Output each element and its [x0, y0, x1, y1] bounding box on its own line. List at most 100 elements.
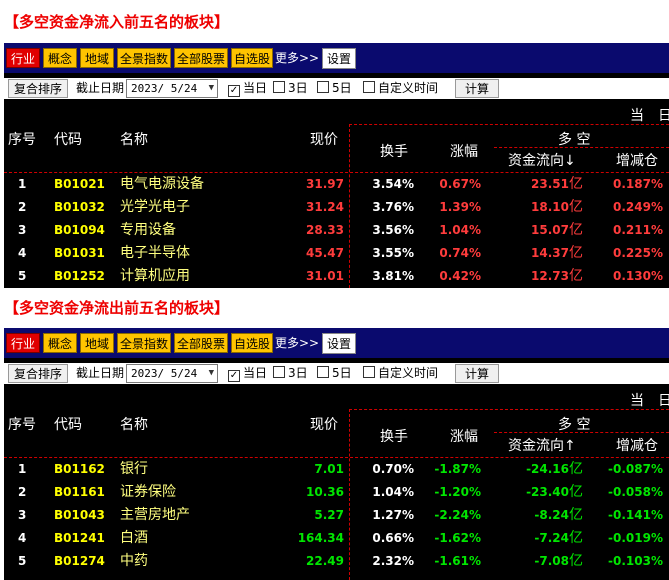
col-header-flow[interactable]: 资金流向↓	[508, 150, 576, 170]
col-header-code[interactable]: 代码	[54, 129, 82, 149]
table-row[interactable]: 2 B01032 光学光电子 31.24 3.76% 1.39% 18.10亿 …	[4, 196, 669, 219]
tab-all-stocks[interactable]: 全部股票	[174, 48, 228, 68]
row-rate: 0.211%	[613, 223, 663, 237]
option-today[interactable]: ✓ 当日	[228, 364, 267, 383]
checkbox-icon	[317, 81, 329, 93]
col-header-group: 多 空	[558, 132, 591, 148]
row-rate: 0.225%	[613, 246, 663, 260]
period-label: 当	[630, 108, 644, 124]
option-3day[interactable]: 3日	[273, 79, 308, 98]
row-rate: 0.249%	[613, 200, 663, 214]
row-name: 白酒	[120, 530, 148, 546]
tab-panorama-index[interactable]: 全景指数	[117, 48, 171, 68]
tab-concept[interactable]: 概念	[43, 333, 77, 353]
col-header-flow[interactable]: 资金流向↑	[508, 435, 576, 455]
col-header-turnover[interactable]: 换手	[380, 141, 408, 161]
row-flow: 14.37亿	[531, 242, 583, 265]
row-flow: -7.08亿	[534, 550, 583, 573]
composite-sort-button[interactable]: 复合排序	[8, 364, 68, 383]
col-header-turnover[interactable]: 换手	[380, 426, 408, 446]
row-change: -2.24%	[434, 508, 481, 522]
tab-watchlist[interactable]: 自选股	[231, 333, 273, 353]
col-header-change[interactable]: 涨幅	[450, 141, 478, 161]
table-row[interactable]: 2 B01161 证券保险 10.36 1.04% -1.20% -23.40亿…	[4, 481, 669, 504]
row-turnover: 3.56%	[372, 223, 414, 237]
row-code: B01274	[54, 554, 105, 568]
checkbox-icon	[273, 366, 285, 378]
col-header-name[interactable]: 名称	[120, 414, 148, 434]
flow-value: -24.16	[526, 462, 569, 476]
col-header-name[interactable]: 名称	[120, 129, 148, 149]
more-link[interactable]: 更多>>	[275, 48, 319, 68]
row-index: 1	[18, 177, 27, 191]
row-change: 0.67%	[439, 177, 481, 191]
row-flow: 12.73亿	[531, 265, 583, 288]
flow-unit: 亿	[569, 268, 583, 284]
row-turnover: 3.54%	[372, 177, 414, 191]
option-5day[interactable]: 5日	[317, 364, 352, 383]
date-picker[interactable]: 2023/ 5/24 ▼	[126, 364, 218, 383]
col-header-rate[interactable]: 增减仓	[616, 435, 658, 455]
date-label: 截止日期	[76, 366, 125, 380]
settings-button[interactable]: 设置	[322, 333, 356, 354]
table-row[interactable]: 5 B01252 计算机应用 31.01 3.81% 0.42% 12.73亿 …	[4, 265, 669, 288]
table-row[interactable]: 5 B01274 中药 22.49 2.32% -1.61% -7.08亿 -0…	[4, 550, 669, 573]
col-header-index[interactable]: 序号	[8, 129, 36, 149]
tab-panorama-index[interactable]: 全景指数	[117, 333, 171, 353]
row-name: 电子半导体	[120, 245, 190, 261]
table-row[interactable]: 4 B01031 电子半导体 45.47 3.55% 0.74% 14.37亿 …	[4, 242, 669, 265]
col-header-group: 多 空	[558, 417, 591, 433]
col-header-change[interactable]: 涨幅	[450, 426, 478, 446]
checkbox-checked-icon: ✓	[228, 85, 240, 97]
tab-industry[interactable]: 行业	[6, 48, 40, 68]
flow-unit: 亿	[569, 199, 583, 215]
col-header-price[interactable]: 现价	[310, 414, 338, 434]
filter-toolbar: 复合排序 截止日期 2023/ 5/24 ▼ ✓ 当日 3日 5日 自定义时间 计…	[4, 363, 669, 384]
table-row[interactable]: 4 B01241 白酒 164.34 0.66% -1.62% -7.24亿 -…	[4, 527, 669, 550]
option-custom-time[interactable]: 自定义时间	[363, 364, 438, 383]
col-header-code[interactable]: 代码	[54, 414, 82, 434]
option-today[interactable]: ✓ 当日	[228, 79, 267, 98]
tab-concept[interactable]: 概念	[43, 48, 77, 68]
composite-sort-button[interactable]: 复合排序	[8, 79, 68, 98]
col-header-index[interactable]: 序号	[8, 414, 36, 434]
col-header-rate[interactable]: 增减仓	[616, 150, 658, 170]
option-3day[interactable]: 3日	[273, 364, 308, 383]
date-value: 2023/ 5/24	[131, 82, 198, 95]
tab-region[interactable]: 地域	[80, 333, 114, 353]
flow-value: -23.40	[526, 485, 569, 499]
row-change: -1.61%	[434, 554, 481, 568]
row-code: B01162	[54, 462, 105, 476]
flow-unit: 亿	[569, 507, 583, 523]
row-index: 5	[18, 269, 27, 283]
row-code: B01094	[54, 223, 105, 237]
outflow-panel: 行业 概念 地域 全景指数 全部股票 自选股 更多>> 设置 复合排序 截止日期…	[4, 328, 669, 580]
settings-button[interactable]: 设置	[322, 48, 356, 69]
row-code: B01241	[54, 531, 105, 545]
tab-industry[interactable]: 行业	[6, 333, 40, 353]
row-flow: -23.40亿	[526, 481, 583, 504]
option-5day[interactable]: 5日	[317, 79, 352, 98]
tab-region[interactable]: 地域	[80, 48, 114, 68]
table-row[interactable]: 3 B01043 主营房地产 5.27 1.27% -2.24% -8.24亿 …	[4, 504, 669, 527]
option-custom-time[interactable]: 自定义时间	[363, 79, 438, 98]
tab-all-stocks[interactable]: 全部股票	[174, 333, 228, 353]
tab-watchlist[interactable]: 自选股	[231, 48, 273, 68]
row-turnover: 0.70%	[372, 462, 414, 476]
row-change: 1.39%	[439, 200, 481, 214]
table-row[interactable]: 3 B01094 专用设备 28.33 3.56% 1.04% 15.07亿 0…	[4, 219, 669, 242]
col-header-price[interactable]: 现价	[310, 129, 338, 149]
calculate-button[interactable]: 计算	[455, 79, 499, 98]
row-name: 银行	[120, 461, 148, 477]
period-label-2: 日	[658, 393, 669, 409]
flow-value: -8.24	[534, 508, 569, 522]
row-price: 22.49	[306, 554, 344, 568]
calculate-button[interactable]: 计算	[455, 364, 499, 383]
row-turnover: 3.81%	[372, 269, 414, 283]
date-picker[interactable]: 2023/ 5/24 ▼	[126, 79, 218, 98]
table-row[interactable]: 1 B01021 电气电源设备 31.97 3.54% 0.67% 23.51亿…	[4, 173, 669, 196]
row-index: 4	[18, 531, 27, 545]
table-row[interactable]: 1 B01162 银行 7.01 0.70% -1.87% -24.16亿 -0…	[4, 458, 669, 481]
more-link[interactable]: 更多>>	[275, 333, 319, 353]
checkbox-icon	[317, 366, 329, 378]
